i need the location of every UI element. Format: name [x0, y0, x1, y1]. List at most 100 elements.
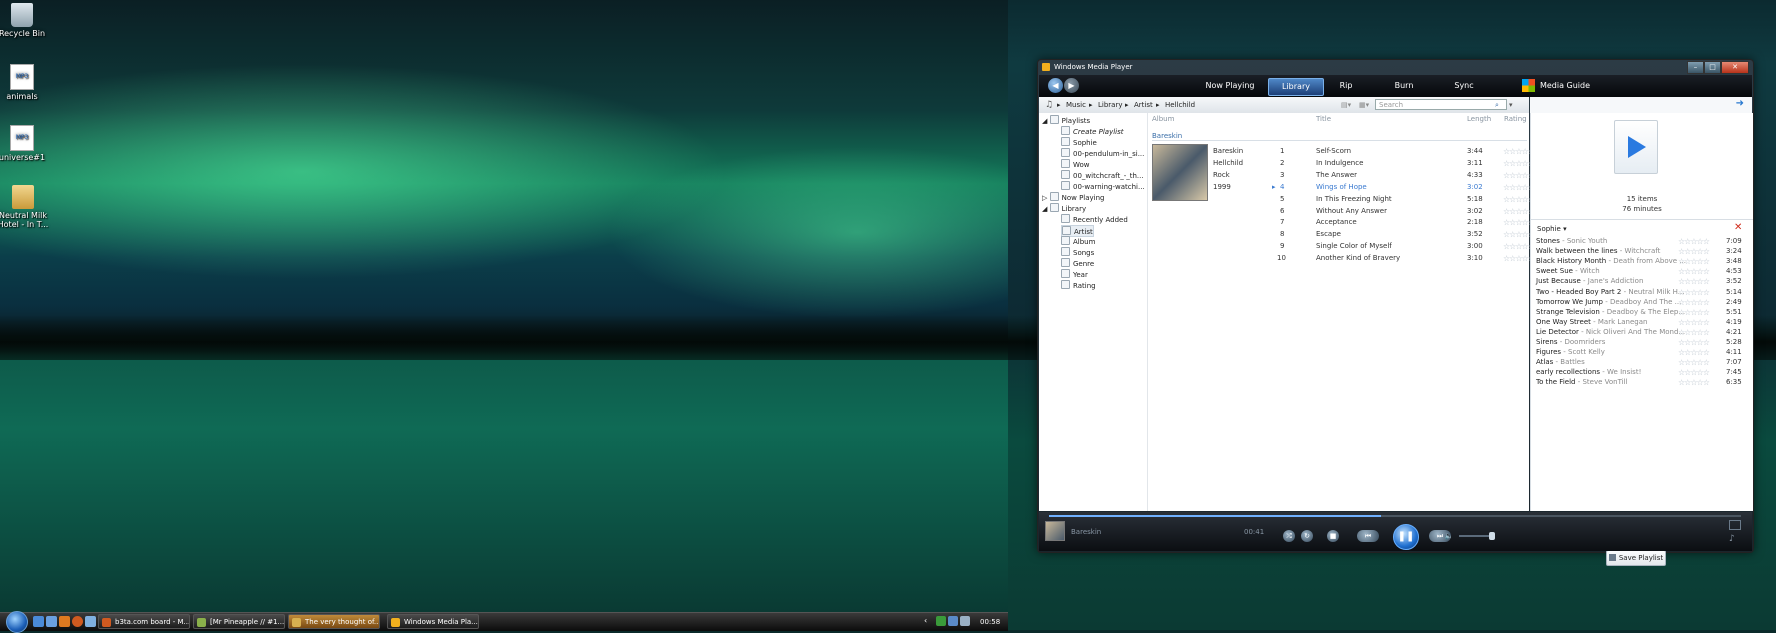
rating-stars[interactable]: ☆☆☆☆☆: [1678, 328, 1710, 337]
breadcrumb-hellchild[interactable]: Hellchild: [1165, 97, 1195, 113]
track-title[interactable]: Self-Scorn: [1316, 147, 1351, 155]
window-titlebar[interactable]: Windows Media Player – □ ✕: [1038, 60, 1753, 74]
rating-stars[interactable]: ☆☆☆☆☆: [1678, 247, 1710, 256]
desktop-icon-animals[interactable]: MP3 animals: [0, 64, 52, 101]
tray-expand-icon[interactable]: ‹: [924, 616, 934, 626]
track-title[interactable]: Without Any Answer: [1316, 207, 1387, 215]
tree-item-playlists[interactable]: ◢ Playlists: [1042, 115, 1090, 125]
taskbar-button-windows-media-player[interactable]: Windows Media Pla...: [387, 614, 479, 629]
taskbar-clock[interactable]: 00:58: [980, 613, 1000, 631]
pause-button[interactable]: ❚❚: [1393, 524, 1419, 550]
tray-network-icon[interactable]: [936, 616, 946, 626]
taskbar-button-very-thought[interactable]: The very thought of...: [288, 614, 380, 629]
list-options-arrow-icon[interactable]: ➜: [1736, 98, 1744, 109]
desktop-icon-universe[interactable]: MP3 universe#1: [0, 125, 52, 162]
playlist-item[interactable]: Figures - Scott Kelly: [1536, 348, 1605, 356]
rating-stars[interactable]: ☆☆☆☆☆: [1678, 348, 1710, 357]
track-title[interactable]: Another Kind of Bravery: [1316, 254, 1400, 262]
playlist-item[interactable]: Tomorrow We Jump - Deadboy And The ...: [1536, 298, 1681, 306]
search-input[interactable]: Search: [1375, 99, 1507, 110]
tree-item-genre[interactable]: Genre: [1061, 258, 1094, 268]
now-playing-thumbnail[interactable]: [1045, 521, 1065, 541]
playlist-item[interactable]: Just Because - Jane's Addiction: [1536, 277, 1643, 285]
rating-stars[interactable]: ☆☆☆☆☆: [1678, 318, 1710, 327]
tree-item-songs[interactable]: Songs: [1061, 247, 1094, 257]
playlist-name-dropdown[interactable]: Sophie ▾: [1537, 225, 1567, 233]
breadcrumb-music[interactable]: Music: [1066, 97, 1086, 113]
volume-slider[interactable]: [1459, 532, 1495, 540]
tray-monitor-icon[interactable]: [948, 616, 958, 626]
rating-stars[interactable]: ☆☆☆☆☆: [1678, 308, 1710, 317]
playlist-item[interactable]: One Way Street - Mark Lanegan: [1536, 318, 1647, 326]
volume-knob[interactable]: [1489, 532, 1495, 540]
tab-library[interactable]: Library: [1268, 78, 1324, 96]
track-title[interactable]: Acceptance: [1316, 218, 1357, 226]
switch-to-now-playing-icon[interactable]: [1729, 520, 1741, 530]
layout-options-icon[interactable]: ▦▾: [1359, 97, 1369, 113]
desktop-icon-neutral-milk-hotel[interactable]: Neutral Milk Hotel - In T...: [0, 185, 54, 229]
tree-item-witchcraft[interactable]: 00_witchcraft_-_th...: [1061, 170, 1144, 180]
playlist-item[interactable]: Sirens - Doomriders: [1536, 338, 1605, 346]
desktop-icon-recycle-bin[interactable]: Recycle Bin: [0, 3, 52, 38]
close-button[interactable]: ✕: [1721, 61, 1749, 74]
tree-item-rating[interactable]: Rating: [1061, 280, 1096, 290]
playlist-item[interactable]: Stones - Sonic Youth: [1536, 237, 1607, 245]
column-header-length[interactable]: Length: [1467, 115, 1491, 123]
media-player-quicklaunch-icon[interactable]: [85, 616, 96, 627]
mini-mode-icon[interactable]: ♪: [1729, 534, 1735, 544]
back-button[interactable]: ◀: [1048, 78, 1063, 93]
search-dropdown-icon[interactable]: ▾: [1509, 97, 1513, 113]
stop-button[interactable]: ■: [1327, 530, 1339, 542]
switch-windows-icon[interactable]: [46, 616, 57, 627]
column-header-rating[interactable]: Rating: [1504, 115, 1527, 123]
tree-item-year[interactable]: Year: [1061, 269, 1088, 279]
breadcrumb-library[interactable]: Library: [1098, 97, 1122, 113]
rating-stars[interactable]: ☆☆☆☆☆: [1678, 358, 1710, 367]
tab-rip[interactable]: Rip: [1331, 78, 1361, 94]
tree-item-create-playlist[interactable]: Create Playlist: [1061, 126, 1124, 136]
tab-sync[interactable]: Sync: [1449, 78, 1479, 94]
track-title[interactable]: Wings of Hope: [1316, 183, 1367, 191]
save-playlist-button[interactable]: Save Playlist: [1606, 550, 1666, 566]
rating-stars[interactable]: ☆☆☆☆☆: [1678, 267, 1710, 276]
playlist-item[interactable]: Walk between the lines - Witchcraft: [1536, 247, 1660, 255]
rating-stars[interactable]: ☆☆☆☆☆: [1678, 378, 1710, 387]
column-header-album[interactable]: Album: [1152, 115, 1174, 123]
tree-item-now-playing[interactable]: ▷ Now Playing: [1042, 192, 1105, 202]
tree-item-album[interactable]: Album: [1061, 236, 1095, 246]
minimize-button[interactable]: –: [1687, 61, 1704, 74]
tree-item-pendulum[interactable]: 00-pendulum-in_si...: [1061, 148, 1144, 158]
playlist-item[interactable]: Two - Headed Boy Part 2 - Neutral Milk H…: [1536, 288, 1684, 296]
view-options-icon[interactable]: ▤▾: [1341, 97, 1351, 113]
rating-stars[interactable]: ☆☆☆☆☆: [1678, 277, 1710, 286]
rating-stars[interactable]: ☆☆☆☆☆: [1678, 288, 1710, 297]
tab-media-guide[interactable]: Media Guide: [1539, 78, 1591, 94]
forward-button[interactable]: ▶: [1064, 78, 1079, 93]
play-list-button[interactable]: [1614, 120, 1658, 174]
playlist-item[interactable]: To the Field - Steve VonTill: [1536, 378, 1627, 386]
track-title[interactable]: In This Freezing Night: [1316, 195, 1392, 203]
track-title[interactable]: In Indulgence: [1316, 159, 1363, 167]
tree-item-wow[interactable]: Wow: [1061, 159, 1090, 169]
playlist-item[interactable]: Black History Month - Death from Above .…: [1536, 257, 1686, 265]
show-desktop-icon[interactable]: [33, 616, 44, 627]
tree-item-warning[interactable]: 00-warning-watchi...: [1061, 181, 1145, 191]
track-title[interactable]: Escape: [1316, 230, 1341, 238]
playlist-item[interactable]: Atlas - Battles: [1536, 358, 1585, 366]
rating-stars[interactable]: ☆☆☆☆☆: [1678, 257, 1710, 266]
breadcrumb-artist[interactable]: Artist: [1134, 97, 1153, 113]
playlist-item[interactable]: Sweet Sue - Witch: [1536, 267, 1600, 275]
clear-list-icon[interactable]: ✕: [1734, 222, 1742, 233]
track-title[interactable]: The Answer: [1316, 171, 1357, 179]
shuffle-button[interactable]: ⤮: [1283, 530, 1295, 542]
rating-stars[interactable]: ☆☆☆☆☆: [1678, 368, 1710, 377]
playlist-item[interactable]: Lie Detector - Nick Oliveri And The Mond…: [1536, 328, 1685, 336]
vlc-icon[interactable]: [59, 616, 70, 627]
rating-stars[interactable]: ☆☆☆☆☆: [1678, 338, 1710, 347]
playlist-item[interactable]: Strange Television - Deadboy & The Elep.…: [1536, 308, 1685, 316]
seek-bar[interactable]: [1049, 515, 1741, 517]
maximize-button[interactable]: □: [1704, 61, 1721, 74]
repeat-button[interactable]: ↻: [1301, 530, 1313, 542]
tree-item-sophie[interactable]: Sophie: [1061, 137, 1097, 147]
playlist-item[interactable]: early recollections - We Insist!: [1536, 368, 1641, 376]
